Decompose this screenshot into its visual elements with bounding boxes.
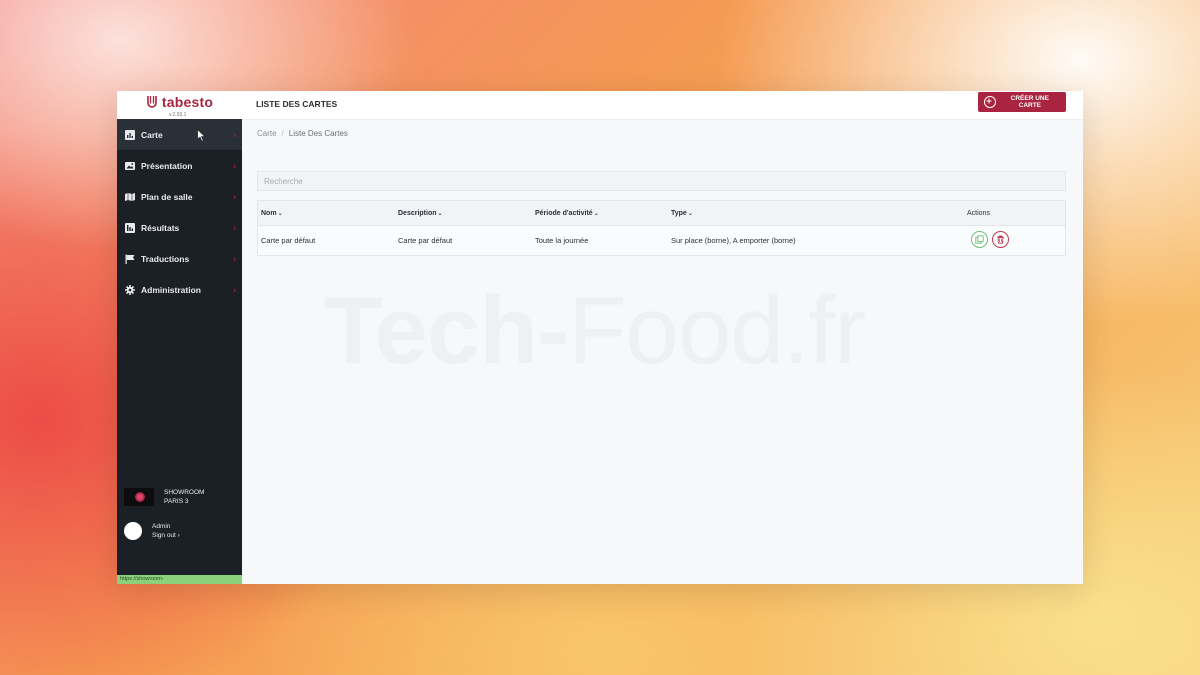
sidebar-item-resultats[interactable]: Résultats › [117,212,242,243]
sidebar-item-label: Administration [141,284,201,295]
column-header-description[interactable]: Description⌄ [398,210,443,217]
sidebar-item-label: Plan de salle [141,191,193,202]
sidebar-nav: Carte › Présentation › Plan de salle › R… [117,119,242,305]
chevron-right-icon: › [233,192,236,201]
sidebar-item-label: Traductions [141,253,190,264]
bar-chart-icon [125,129,135,140]
column-header-nom[interactable]: Nom⌄ [261,210,283,217]
sidebar-item-presentation[interactable]: Présentation › [117,150,242,181]
breadcrumb-separator: / [281,129,284,138]
cards-table: Nom⌄ Description⌄ Période d'activité⌄ Ty… [257,200,1066,256]
sidebar-item-plan-de-salle[interactable]: Plan de salle › [117,181,242,212]
plus-circle-icon [984,96,996,108]
app-version: v.2.93.1 [169,112,187,118]
mouse-cursor-icon [197,129,206,142]
sign-out-link[interactable]: Sign out › [152,531,180,540]
delete-button[interactable] [992,231,1009,248]
breadcrumb-current: Liste Des Cartes [288,129,348,138]
page-title: LISTE DES CARTES [256,99,338,109]
sort-caret-icon: ⌄ [593,210,599,217]
avatar [124,522,142,540]
organization-switcher[interactable]: SHOWROOM PARIS 3 [124,488,204,506]
sidebar-item-label: Carte [141,129,163,140]
chevron-right-icon: › [233,254,236,263]
flag-icon [125,254,135,264]
column-header-actions: Actions [967,209,990,217]
sidebar-item-traductions[interactable]: Traductions › [117,243,242,274]
breadcrumb-root[interactable]: Carte [257,129,277,138]
user-name: Admin [152,523,171,530]
chevron-right-icon: › [233,161,236,170]
create-card-button[interactable]: CRÉER UNE CARTE [978,92,1066,112]
organization-logo [124,488,154,506]
sort-caret-icon: ⌄ [687,210,693,217]
organization-name: SHOWROOM PARIS 3 [164,489,205,505]
logo-area: tabesto v.2.93.1 [117,91,242,119]
results-icon [125,222,135,233]
app-window: tabesto v.2.93.1 Carte › Présentation › … [117,91,1083,584]
breadcrumb: Carte / Liste Des Cartes [257,129,348,138]
sort-caret-icon: ⌄ [277,210,283,217]
table-row[interactable]: Carte par défaut Carte par défaut Toute … [258,226,1065,255]
image-icon [125,161,135,170]
user-panel: Admin Sign out › [124,522,180,540]
status-bar-url: https://showroom-1002.devto.tabesto.com/… [117,575,242,584]
map-icon [125,192,135,201]
cell-type: Sur place (borne), A emporter (borne) [671,236,796,245]
logo-text: tabesto [161,94,214,110]
create-card-label: CRÉER UNE CARTE [1010,95,1049,109]
sort-caret-icon: ⌄ [437,210,443,217]
gear-icon [125,284,135,295]
table-header: Nom⌄ Description⌄ Période d'activité⌄ Ty… [258,201,1065,226]
chevron-right-icon: › [233,285,236,294]
tabesto-logo-icon [147,96,157,108]
cell-description: Carte par défaut [398,236,453,245]
search-input[interactable] [257,171,1066,191]
column-header-type[interactable]: Type⌄ [671,210,693,217]
watermark: Tech-Food.fr [324,277,866,384]
cell-periode: Toute la journée [535,236,589,245]
duplicate-icon [975,235,984,244]
sidebar-item-administration[interactable]: Administration › [117,274,242,305]
column-header-periode[interactable]: Période d'activité⌄ [535,210,599,217]
trash-icon [997,235,1004,244]
chevron-right-icon: › [233,223,236,232]
sidebar-item-label: Présentation [141,160,193,171]
top-bar: LISTE DES CARTES CRÉER UNE CARTE [242,91,1083,120]
logo[interactable]: tabesto [117,91,242,110]
sidebar: tabesto v.2.93.1 Carte › Présentation › … [117,91,242,584]
sidebar-item-label: Résultats [141,222,180,233]
duplicate-button[interactable] [971,231,988,248]
chevron-right-icon: › [233,130,236,139]
sidebar-item-carte[interactable]: Carte › [117,119,242,150]
cell-nom: Carte par défaut [261,236,316,245]
